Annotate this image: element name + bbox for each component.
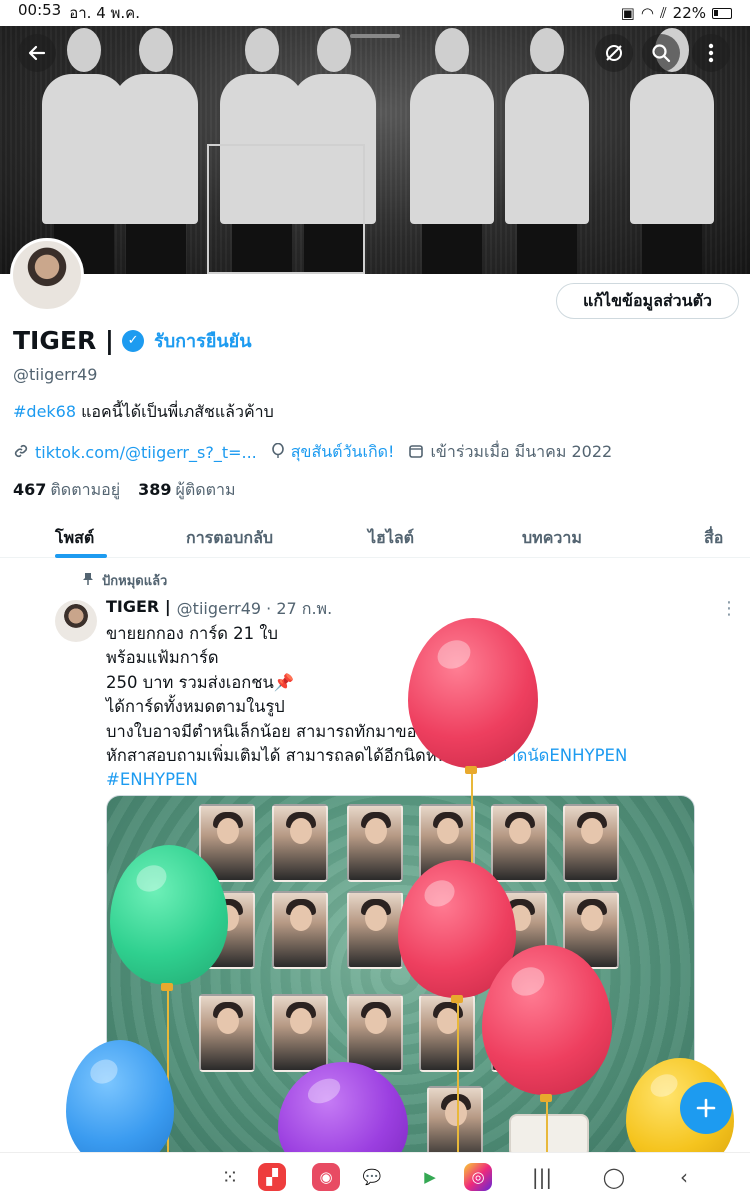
battery-icon [712, 7, 732, 19]
banner-figure [114, 28, 198, 274]
bio-hashtag[interactable]: #dek68 [13, 402, 76, 421]
following-label: ติดตามอยู่ [50, 480, 121, 499]
more-button[interactable] [692, 34, 730, 72]
tweet-more-icon[interactable]: ⋮ [720, 598, 738, 619]
status-bar: 00:53 อา. 4 พ.ค. ▣ ◠ ⫽ 22% [0, 0, 750, 26]
photocard [427, 1086, 483, 1154]
joined-date: เข้าร่วมเมื่อ มีนาคม 2022 [430, 442, 613, 461]
search-icon [652, 44, 671, 63]
tab-posts[interactable]: โพสต์ [55, 526, 94, 551]
tweet-avatar[interactable] [55, 600, 97, 642]
photocard [347, 804, 403, 882]
card-binder [509, 1114, 589, 1154]
app-drawer-icon[interactable]: ⁙ [216, 1163, 244, 1191]
messages-app-icon[interactable]: 💬 [358, 1163, 386, 1191]
profile-name-row: TIGER | ✓ รับการยืนยัน [13, 326, 252, 355]
tweet-author[interactable]: TIGER | [106, 597, 171, 622]
photocard [272, 891, 328, 969]
follow-stats: 467 ติดตามอยู่ 389 ผู้ติดตาม [13, 478, 236, 503]
photocard [272, 804, 328, 882]
back-nav-button[interactable]: ‹ [670, 1163, 698, 1191]
more-vertical-icon [708, 43, 714, 63]
photocard [563, 804, 619, 882]
calendar-icon [408, 443, 424, 463]
tweet-line: ขายยกกอง การ์ด 21 ใบ [106, 624, 278, 643]
photocard [347, 891, 403, 969]
banner-figure [410, 28, 494, 274]
balloon-blue [66, 1040, 174, 1170]
photocard [419, 994, 475, 1072]
banner-figure [505, 28, 589, 274]
arrow-left-icon [28, 45, 46, 61]
flipboard-app-icon[interactable]: ▞ [258, 1163, 286, 1191]
slash-circle-icon [606, 45, 622, 61]
recents-button[interactable]: ||| [528, 1163, 556, 1191]
back-button[interactable] [18, 34, 56, 72]
link-icon [13, 443, 29, 463]
battery-text: 22% [672, 4, 706, 22]
photocard [272, 994, 328, 1072]
pinned-label-row: ปักหมุดแล้ว [82, 570, 167, 591]
pinned-label: ปักหมุดแล้ว [102, 574, 168, 589]
tweet-line: ได้การ์ดทั้งหมดตามในรูป [106, 697, 285, 717]
instagram-app-icon[interactable]: ◎ [464, 1163, 492, 1191]
play-store-app-icon[interactable]: ▶ [416, 1163, 444, 1191]
search-button[interactable] [642, 34, 680, 72]
tab-replies[interactable]: การตอบกลับ [186, 526, 273, 551]
birthday-link[interactable]: สุขสันต์วันเกิด! [291, 440, 395, 465]
profile-name: TIGER | [13, 326, 115, 355]
tab-media[interactable]: สื่อ [704, 526, 723, 551]
compose-button[interactable] [680, 1082, 732, 1134]
tweet-handle-time: @tiigerr49 · 27 ก.พ. [176, 599, 333, 618]
photocard [199, 994, 255, 1072]
bio-text: แอคนี้ได้เป็นพี่เภสัชแล้วค้าบ [76, 402, 274, 421]
lock-icon: ▣ [620, 4, 635, 22]
tweet-line: บางใบอาจมีตำหนิเล็กน้อย สามารถทักมาขอดูไ… [106, 721, 467, 741]
photocard [347, 994, 403, 1072]
grok-button[interactable] [595, 34, 633, 72]
system-navbar: ⁙ ▞ ◉ 💬 ▶ ◎ ||| ◯ ‹ [0, 1152, 750, 1200]
profile-bio: #dek68 แอคนี้ได้เป็นพี่เภสัชแล้วค้าบ [13, 400, 274, 425]
pin-icon [82, 572, 94, 590]
status-time: 00:53 [18, 1, 62, 19]
plus-icon [696, 1098, 716, 1118]
profile-avatar[interactable] [10, 238, 84, 312]
tweet-text: ขายยกกอง การ์ด 21 ใบ พร้อมแฟ้มการ์ด 250 … [106, 622, 706, 793]
check-badge-icon: ✓ [122, 329, 145, 352]
photocard [491, 804, 547, 882]
home-button[interactable]: ◯ [600, 1163, 628, 1191]
camera-app-icon[interactable]: ◉ [312, 1163, 340, 1191]
balloon-icon [271, 442, 285, 463]
wifi-icon: ◠ [640, 4, 654, 22]
signal-icon: ⫽ [659, 4, 667, 22]
profile-tabs: โพสต์ การตอบกลับ ไฮไลต์ บทความ สื่อ [0, 516, 750, 558]
profile-banner[interactable] [0, 26, 750, 274]
followers-label: ผู้ติดตาม [175, 480, 236, 499]
tweet-line: 250 บาท รวมส่งเอกชน📌 [106, 672, 295, 692]
following-count: 467 [13, 480, 47, 499]
tweet-header: TIGER | @tiigerr49 · 27 ก.พ. [106, 597, 332, 622]
get-verified-link[interactable]: รับการยืนยัน [154, 326, 251, 355]
status-date: อา. 4 พ.ค. [69, 4, 140, 22]
followers-count: 389 [138, 480, 172, 499]
profile-meta: tiktok.com/@tiigerr_s?_t=... สุขสันต์วัน… [13, 440, 612, 465]
tweet-line: พร้อมแฟ้มการ์ด [106, 648, 219, 668]
following-link[interactable]: 467 ติดตามอยู่ [13, 478, 120, 503]
tab-highlights[interactable]: ไฮไลต์ [368, 526, 414, 551]
active-tab-indicator [55, 554, 107, 558]
edit-profile-button[interactable]: แก้ไขข้อมูลส่วนตัว [556, 283, 739, 319]
tweet-line: หักสาสอบถามเพิ่มเติมได้ สามารถลดได้อีกนิ… [106, 746, 473, 766]
banner-light-frame [207, 144, 365, 274]
tab-articles[interactable]: บทความ [522, 526, 582, 551]
followers-link[interactable]: 389 ผู้ติดตาม [138, 478, 235, 503]
profile-website-link[interactable]: tiktok.com/@tiigerr_s?_t=... [35, 443, 257, 462]
profile-handle: @tiigerr49 [13, 365, 98, 384]
tweet-hashtag[interactable]: #ENHYPEN [106, 770, 198, 789]
